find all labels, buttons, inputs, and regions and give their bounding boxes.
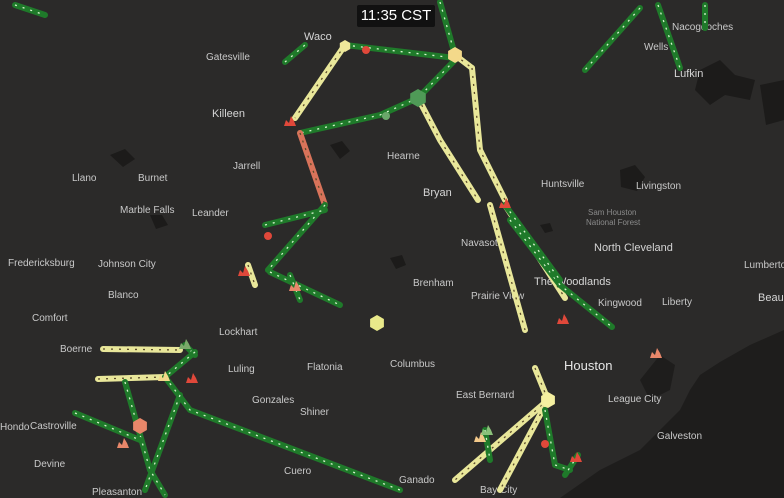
city-label: Burnet: [138, 173, 168, 184]
city-label: Cuero: [284, 466, 312, 477]
city-label: Hearne: [387, 151, 420, 162]
city-label: Bryan: [423, 187, 452, 199]
incident-markers[interactable]: [117, 40, 662, 462]
route-segment[interactable]: [502, 202, 563, 283]
crash-icon[interactable]: [117, 438, 129, 448]
route-segment[interactable]: [542, 407, 573, 473]
incident-dot[interactable]: [264, 232, 272, 240]
city-label: Gonzales: [252, 395, 294, 406]
city-label: Lockhart: [219, 327, 258, 338]
city-label: Waco: [304, 31, 332, 43]
lake: [540, 223, 553, 233]
city-label: The Woodlands: [534, 276, 611, 288]
city-label: Columbus: [390, 359, 435, 370]
incident-dot[interactable]: [382, 112, 390, 120]
city-label: Leander: [192, 208, 229, 219]
time-display: 11:35 CST: [357, 5, 435, 27]
city-label: Brenham: [413, 278, 454, 289]
city-label: Wells: [644, 42, 668, 53]
route-direction-marks: [164, 376, 401, 491]
city-label: Ganado: [399, 475, 435, 486]
city-label: Livingston: [636, 181, 681, 192]
city-label: Devine: [34, 459, 66, 470]
city-label: Kingwood: [598, 298, 642, 309]
city-label: Luling: [228, 364, 255, 375]
city-label: Houston: [564, 358, 612, 373]
city-label: Liberty: [662, 297, 692, 308]
city-label: Beaumont: [758, 292, 784, 304]
city-label: Comfort: [32, 313, 68, 324]
city-label: Castroville: [30, 421, 77, 432]
crash-icon[interactable]: [557, 314, 569, 324]
forest-label-1: Sam Houston: [588, 208, 636, 217]
route-segment[interactable]: [12, 2, 48, 18]
incident-dot[interactable]: [541, 440, 549, 448]
route-segment[interactable]: [292, 42, 348, 121]
route-segment[interactable]: [282, 42, 308, 65]
city-label: Johnson City: [98, 259, 156, 270]
lake: [760, 80, 784, 125]
route-segment[interactable]: [415, 95, 481, 203]
city-label: North Cleveland: [594, 242, 673, 254]
city-label: Galveston: [657, 431, 702, 442]
lake: [330, 141, 350, 159]
water-layer: [110, 60, 784, 269]
map-canvas[interactable]: Sam Houston National Forest Waco Gatesvil…: [0, 0, 784, 498]
crash-icon[interactable]: [186, 373, 198, 383]
city-label: Llano: [72, 173, 97, 184]
incident-dot[interactable]: [362, 46, 370, 54]
congestion-hex[interactable]: [370, 315, 384, 331]
route-segment[interactable]: [469, 65, 508, 203]
city-label: Marble Falls: [120, 205, 174, 216]
crash-icon[interactable]: [650, 348, 662, 358]
lake: [695, 60, 755, 105]
city-label: Flatonia: [307, 362, 343, 373]
city-label: Pleasanton: [92, 487, 142, 498]
gulf-water: [560, 330, 784, 498]
crash-icon[interactable]: [179, 339, 191, 349]
city-label: Huntsville: [541, 179, 585, 190]
city-label: League City: [608, 394, 661, 405]
city-label: Killeen: [212, 108, 245, 120]
city-label: Fredericksburg: [8, 258, 75, 269]
city-label: Blanco: [108, 290, 139, 301]
lake: [110, 149, 135, 167]
lake: [390, 255, 406, 269]
city-label: Shiner: [300, 407, 330, 418]
city-label: Jarrell: [233, 161, 260, 172]
crash-icon[interactable]: [481, 425, 493, 435]
city-label: Hondo: [0, 422, 30, 433]
lake: [150, 215, 168, 229]
route-segment[interactable]: [162, 374, 403, 493]
forest-label-2: National Forest: [586, 218, 641, 227]
route-segment[interactable]: [72, 410, 143, 443]
route-segment[interactable]: [497, 397, 551, 493]
route-segment[interactable]: [297, 95, 421, 136]
traffic-map[interactable]: Sam Houston National Forest Waco Gatesvil…: [0, 0, 784, 498]
city-label: Gatesville: [206, 52, 250, 63]
city-label: East Bernard: [456, 390, 514, 401]
city-label: Boerne: [60, 344, 93, 355]
city-label: Lumberton: [744, 260, 784, 271]
